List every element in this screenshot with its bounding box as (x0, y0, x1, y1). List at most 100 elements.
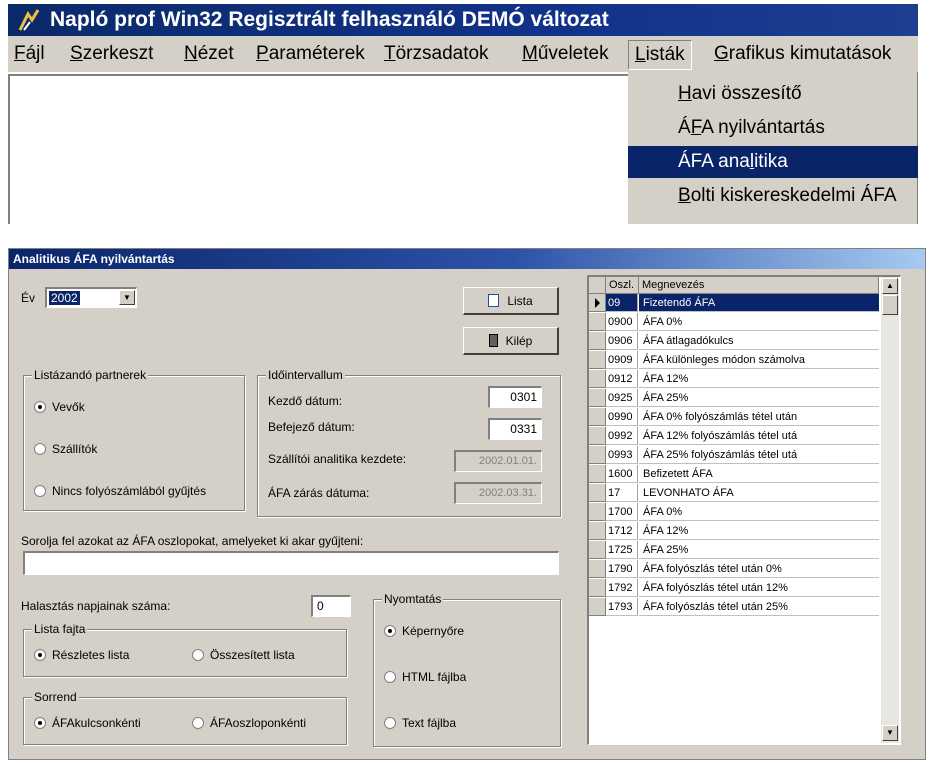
start-date-input[interactable]: 0301 (488, 386, 542, 408)
cell-description[interactable]: LEVONHATO ÁFA (639, 484, 879, 502)
cell-column-code[interactable]: 0990 (606, 408, 638, 426)
end-date-input[interactable]: 0331 (488, 418, 542, 440)
cell-description[interactable]: ÁFA 0% folyószámlás tétel után (639, 408, 879, 426)
cell-description[interactable]: ÁFA 12% (639, 522, 879, 540)
menu-charts[interactable]: Grafikus kimutatások (714, 36, 891, 72)
scroll-up-icon[interactable]: ▲ (882, 278, 898, 294)
cell-description[interactable]: ÁFA folyószlás tétel után 0% (639, 560, 879, 578)
cell-column-code[interactable]: 09 (606, 294, 638, 312)
dropdown-item-vat-analytics[interactable]: ÁFA analitika (628, 146, 918, 178)
cell-description[interactable]: ÁFA 25% (639, 389, 879, 407)
cell-description[interactable]: Fizetendő ÁFA (639, 294, 879, 312)
row-indicator[interactable] (589, 598, 606, 616)
cell-column-code[interactable]: 1725 (606, 541, 638, 559)
menu-lists[interactable]: Listák (628, 40, 692, 70)
table-row[interactable]: 1792 ÁFA folyószlás tétel után 12% (589, 579, 879, 597)
table-row[interactable]: 0900 ÁFA 0% (589, 313, 879, 331)
table-row[interactable]: 0912 ÁFA 12% (589, 370, 879, 388)
cell-description[interactable]: ÁFA 0% (639, 313, 879, 331)
cell-column-code[interactable]: 1792 (606, 579, 638, 597)
radio-to-screen[interactable]: Képernyőre (384, 624, 464, 638)
cell-description[interactable]: ÁFA átlagadókulcs (639, 332, 879, 350)
radio-by-vat-column[interactable]: ÁFAoszloponkénti (192, 716, 306, 730)
cell-column-code[interactable]: 0900 (606, 313, 638, 331)
menu-file[interactable]: Fájl (14, 36, 45, 72)
cell-column-code[interactable]: 1793 (606, 598, 638, 616)
scroll-thumb[interactable] (882, 295, 898, 315)
row-indicator[interactable] (589, 389, 606, 407)
cell-column-code[interactable]: 1712 (606, 522, 638, 540)
vat-close-input[interactable]: 2002.03.31. (454, 482, 542, 504)
table-row[interactable]: 1600 Befizetett ÁFA (589, 465, 879, 483)
lista-button[interactable]: Lista (463, 287, 559, 315)
table-row[interactable]: 1712 ÁFA 12% (589, 522, 879, 540)
supplier-start-input[interactable]: 2002.01.01. (454, 450, 542, 472)
menu-parameters[interactable]: Paraméterek (256, 36, 365, 72)
cell-description[interactable]: ÁFA 12% (639, 370, 879, 388)
cell-column-code[interactable]: 1700 (606, 503, 638, 521)
cell-column-code[interactable]: 0925 (606, 389, 638, 407)
row-indicator[interactable] (589, 332, 606, 350)
menu-view[interactable]: Nézet (184, 36, 234, 72)
row-indicator[interactable] (589, 522, 606, 540)
table-row[interactable]: 1793 ÁFA folyószlás tétel után 25% (589, 598, 879, 616)
cell-column-code[interactable]: 0909 (606, 351, 638, 369)
cell-column-code[interactable]: 17 (606, 484, 638, 502)
row-indicator[interactable] (589, 503, 606, 521)
cell-column-code[interactable]: 0993 (606, 446, 638, 464)
cell-description[interactable]: ÁFA 0% (639, 503, 879, 521)
cell-column-code[interactable]: 1790 (606, 560, 638, 578)
delay-input[interactable]: 0 (311, 595, 351, 617)
table-row[interactable]: 09 Fizetendő ÁFA (589, 294, 879, 312)
row-indicator[interactable] (589, 465, 606, 483)
grid-scrollbar[interactable]: ▲ ▼ (881, 277, 899, 743)
row-indicator[interactable] (589, 541, 606, 559)
radio-to-html[interactable]: HTML fájlba (384, 670, 466, 684)
cell-column-code[interactable]: 0912 (606, 370, 638, 388)
row-indicator[interactable] (589, 446, 606, 464)
table-row[interactable]: 1725 ÁFA 25% (589, 541, 879, 559)
cell-description[interactable]: Befizetett ÁFA (639, 465, 879, 483)
row-indicator[interactable] (589, 294, 606, 312)
row-indicator[interactable] (589, 408, 606, 426)
radio-no-collection[interactable]: Nincs folyószámlából gyűjtés (34, 484, 206, 498)
menu-master-data[interactable]: Törzsadatok (384, 36, 489, 72)
row-indicator[interactable] (589, 484, 606, 502)
menu-operations[interactable]: Műveletek (522, 36, 609, 72)
cell-column-code[interactable]: 1600 (606, 465, 638, 483)
cell-description[interactable]: ÁFA folyószlás tétel után 12% (639, 579, 879, 597)
table-row[interactable]: 0925 ÁFA 25% (589, 389, 879, 407)
table-row[interactable]: 0990 ÁFA 0% folyószámlás tétel után (589, 408, 879, 426)
year-select[interactable]: 2002 ▼ (45, 287, 137, 308)
dropdown-item-retail-vat[interactable]: Bolti kiskereskedelmi ÁFA (628, 180, 918, 212)
dropdown-item-vat-register[interactable]: ÁFA nyilvántartás (628, 112, 918, 144)
radio-suppliers[interactable]: Szállítók (34, 442, 97, 456)
radio-to-text[interactable]: Text fájlba (384, 716, 456, 730)
radio-detailed-list[interactable]: Részletes lista (34, 648, 129, 662)
menu-edit[interactable]: Szerkeszt (70, 36, 153, 72)
cell-column-code[interactable]: 0992 (606, 427, 638, 445)
cell-description[interactable]: ÁFA különleges módon számolva (639, 351, 879, 369)
row-indicator[interactable] (589, 313, 606, 331)
table-row[interactable]: 0993 ÁFA 25% folyószámlás tétel utá (589, 446, 879, 464)
cell-description[interactable]: ÁFA 12% folyószámlás tétel utá (639, 427, 879, 445)
dropdown-item-monthly-summary[interactable]: Havi összesítő (628, 78, 918, 110)
row-indicator[interactable] (589, 370, 606, 388)
table-row[interactable]: 1790 ÁFA folyószlás tétel után 0% (589, 560, 879, 578)
table-row[interactable]: 0992 ÁFA 12% folyószámlás tétel utá (589, 427, 879, 445)
scroll-down-icon[interactable]: ▼ (882, 725, 898, 741)
columns-input[interactable] (23, 551, 559, 575)
row-indicator[interactable] (589, 560, 606, 578)
radio-summary-list[interactable]: Összesített lista (192, 648, 295, 662)
table-row[interactable]: 17 LEVONHATO ÁFA (589, 484, 879, 502)
cell-column-code[interactable]: 0906 (606, 332, 638, 350)
table-row[interactable]: 0909 ÁFA különleges módon számolva (589, 351, 879, 369)
cell-description[interactable]: ÁFA 25% folyószámlás tétel utá (639, 446, 879, 464)
row-indicator[interactable] (589, 351, 606, 369)
table-row[interactable]: 0906 ÁFA átlagadókulcs (589, 332, 879, 350)
exit-button[interactable]: Kilép (463, 327, 559, 355)
radio-by-vat-rate[interactable]: ÁFAkulcsonkénti (34, 716, 141, 730)
cell-description[interactable]: ÁFA folyószlás tétel után 25% (639, 598, 879, 616)
chevron-down-icon[interactable]: ▼ (119, 290, 135, 305)
radio-buyers[interactable]: Vevők (34, 400, 85, 414)
